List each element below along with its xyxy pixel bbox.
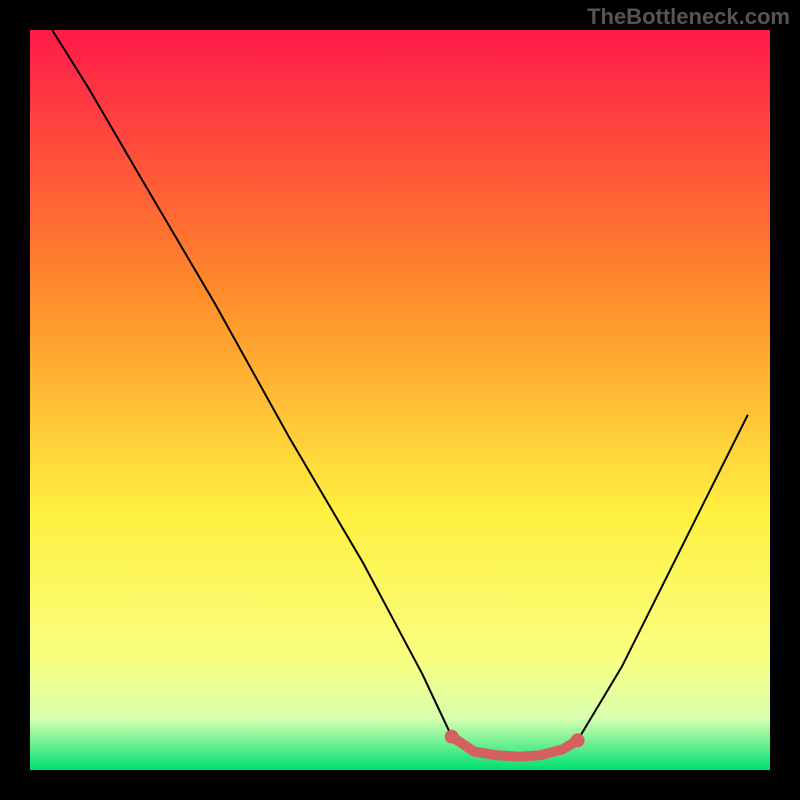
optimal-range-end-dot bbox=[571, 733, 585, 747]
chart-background bbox=[30, 30, 770, 770]
watermark-text: TheBottleneck.com bbox=[587, 4, 790, 30]
chart-svg bbox=[0, 0, 800, 800]
optimal-range-start-dot bbox=[445, 730, 459, 744]
chart-container: TheBottleneck.com bbox=[0, 0, 800, 800]
